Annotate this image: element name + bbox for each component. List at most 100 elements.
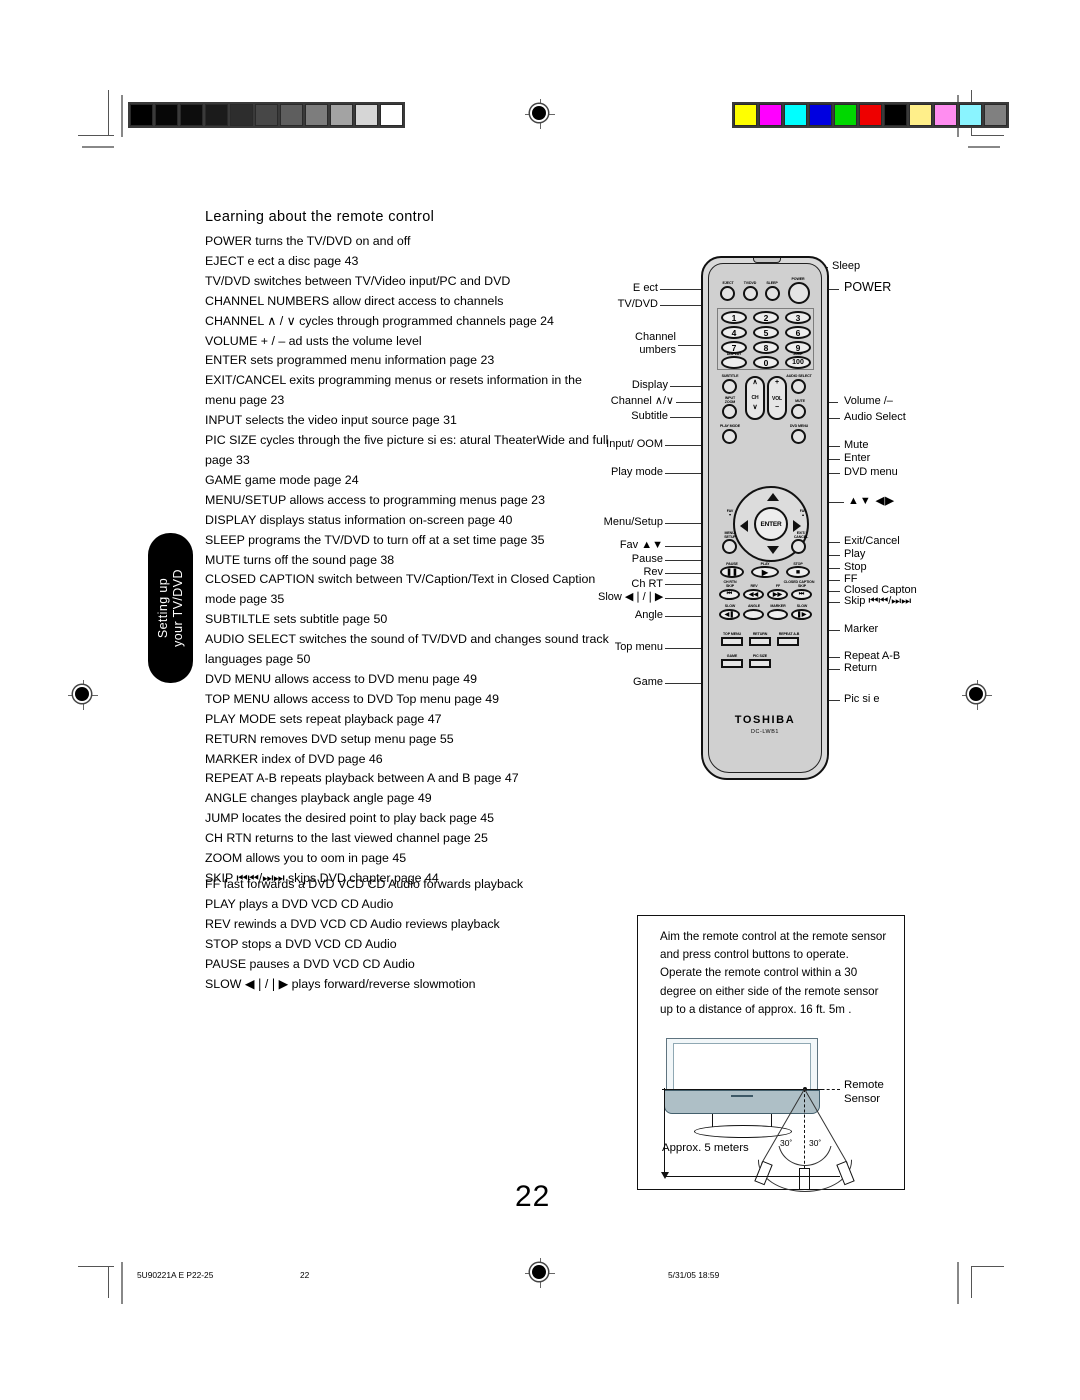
fav-down-caption: FAV ▼ [726, 509, 734, 517]
function-description-item-18: DVD MENU allows access to DVD menu page … [205, 671, 478, 686]
callout-power: POWER [844, 280, 892, 294]
input-zoom-button[interactable] [722, 404, 737, 419]
stop-button[interactable]: ■ [786, 566, 810, 578]
keypad-button-4[interactable]: 4 [721, 326, 747, 339]
color-swatch-6 [884, 104, 907, 126]
audio-select-button[interactable] [791, 379, 806, 394]
remote-function-list-primary: POWER turns the TV/DVD on and off EJECT e… [205, 232, 613, 889]
function-description-item-22: MARKER index of DVD page 46 [205, 751, 383, 766]
remote-sensor-label-line2: Sensor [844, 1093, 881, 1105]
function-description-item-7: EXIT/CANCEL exits programming menus or r… [205, 373, 582, 408]
pause-button[interactable]: ❚❚ [720, 566, 744, 578]
playback-description-item-0: FF fast forwards a DVD VCD CD Audio forw… [205, 877, 524, 891]
play-mode-button[interactable] [722, 429, 737, 444]
slow-forward-button[interactable]: ❚▶ [791, 609, 812, 620]
footer-timestamp: 5/31/05 18:59 [668, 1270, 720, 1280]
marker-button[interactable] [767, 609, 788, 620]
channel-down-arrow-icon: ∨ [752, 404, 758, 411]
callout-eject: E ect [632, 282, 658, 294]
callout-exit-cancel: Exit/Cancel [844, 535, 900, 547]
callout-skip: Skip ⏮⏮/⏭⏭ [844, 595, 912, 607]
tvdvd-button[interactable] [743, 286, 758, 301]
pic-size-button[interactable] [749, 659, 771, 668]
callout-marker: Marker [844, 623, 879, 635]
crop-bleed-top-left [121, 95, 123, 137]
menu-setup-button-caption: MENU/SETUP [724, 531, 736, 539]
playback-description-item-2: REV rewinds a DVD VCD CD Audio reviews p… [205, 916, 500, 931]
color-swatch-3 [809, 104, 832, 126]
color-swatch-0 [734, 104, 757, 126]
angle-button[interactable] [743, 609, 764, 620]
function-description-item-9: PIC SIZE cycles through the five picture… [205, 433, 609, 467]
remote-body: EJECT TV/DVD SLEEP POWER 1 2 3 4 5 6 7 8… [701, 256, 829, 780]
callout-volume: Volume /– [844, 395, 893, 407]
function-description-item-27: ZOOM allows you to oom in page 45 [205, 851, 407, 866]
game-button[interactable] [721, 659, 743, 668]
eject-button[interactable] [720, 286, 735, 301]
callout-fav: Fav ▲▼ [619, 539, 663, 551]
keypad-button-1[interactable]: 1 [721, 311, 747, 324]
menu-setup-button[interactable] [722, 539, 737, 554]
callout-game: Game [633, 676, 663, 688]
skip-forward-button[interactable]: ⏭ [791, 589, 812, 600]
power-button[interactable] [788, 282, 810, 304]
volume-up-icon: + [775, 379, 779, 386]
registration-target-top [525, 99, 555, 129]
keypad-button-2[interactable]: 2 [753, 311, 779, 324]
callout-display: Display [631, 379, 668, 391]
callout-input-zoom: Input/ OOM [606, 438, 663, 450]
rev-button[interactable]: ◀◀ [743, 589, 764, 600]
tv-sensor-illustration: 30˚ 30˚ Approx. 5 meters Remote Sensor [654, 1038, 892, 1192]
mute-button[interactable] [791, 404, 806, 419]
grayscale-swatch-6 [280, 104, 303, 126]
angle-label-right: 30˚ [809, 1138, 822, 1148]
play-button[interactable]: ▶ [751, 566, 779, 578]
function-description-item-3: CHANNEL NUMBERS allow direct access to c… [205, 293, 504, 308]
game-caption: GAME [726, 654, 738, 658]
tvdvd-button-caption: TV/DVD [743, 281, 757, 285]
jump-100-button[interactable]: 100 [785, 356, 811, 369]
remote-model-number: DC-LWB1 [750, 729, 780, 735]
callout-angle: Angle [634, 609, 663, 621]
callout-dvd-menu: DVD menu [844, 466, 898, 478]
keypad-button-8[interactable]: 8 [753, 341, 779, 354]
function-description-item-25: JUMP locates the desired point to play b… [205, 811, 495, 826]
playback-description-item-5: SLOW ◀❘/❘▶ plays forward/reverse slowmot… [205, 976, 476, 991]
play-mode-button-caption: PLAY MODE [719, 424, 741, 428]
grayscale-swatch-9 [355, 104, 378, 126]
sleep-button[interactable] [765, 286, 780, 301]
grayscale-swatch-10 [380, 104, 403, 126]
callout-channel-numbers-line2: umbers [639, 344, 676, 356]
skip-back-button[interactable]: ⏮ [719, 589, 740, 600]
keypad-button-6[interactable]: 6 [785, 326, 811, 339]
manual-page: Setting up your TV/DVD Learning about th… [0, 0, 1080, 1400]
top-menu-caption: TOP MENU [722, 632, 742, 636]
callout-pause: Pause [631, 553, 663, 565]
section-tab-line1: Setting up [155, 577, 170, 639]
exit-cancel-button[interactable] [791, 539, 806, 554]
grayscale-swatch-4 [230, 104, 253, 126]
leader-line-eject [660, 289, 702, 290]
keypad-button-3[interactable]: 3 [785, 311, 811, 324]
function-description-item-11: MENU/SETUP allows access to programming … [205, 492, 545, 507]
angle-caption: ANGLE [747, 604, 761, 608]
function-description-item-15: CLOSED CAPTION switch between TV/Caption… [205, 572, 596, 607]
registration-target-bottom [525, 1258, 555, 1288]
return-button[interactable] [749, 637, 771, 646]
ff-button[interactable]: ▶▶ [767, 589, 788, 600]
keypad-button-0[interactable]: 0 [753, 356, 779, 369]
enter-button[interactable]: ENTER [754, 507, 788, 541]
repeat-ab-button[interactable] [777, 637, 799, 646]
display-button[interactable] [721, 356, 747, 369]
skip-back-caption: SKIP [726, 584, 734, 588]
function-description-item-26: CH RTN returns to the last viewed channe… [205, 831, 488, 846]
marker-caption: MARKER [770, 604, 786, 608]
subtitle-button[interactable] [722, 379, 737, 394]
top-menu-button[interactable] [721, 637, 743, 646]
dvd-menu-button[interactable] [791, 429, 806, 444]
slow-reverse-button[interactable]: ◀❚ [719, 609, 740, 620]
footer-file-code: 5U90221A E P22-25 [137, 1270, 214, 1280]
callout-return: Return [844, 662, 878, 674]
keypad-button-5[interactable]: 5 [753, 326, 779, 339]
function-description-item-6: ENTER sets programmed menu information p… [205, 353, 495, 368]
